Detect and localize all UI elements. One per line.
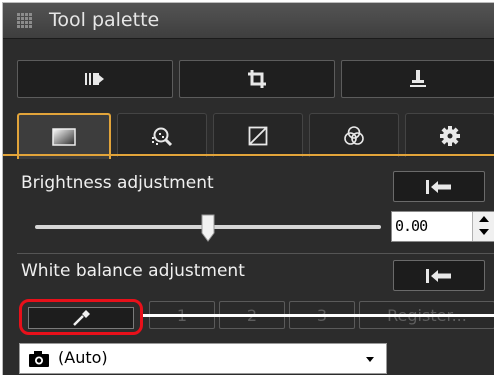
noise-reduction-icon <box>152 127 173 146</box>
palette-title: Tool palette <box>49 9 160 31</box>
tab-color-adjust[interactable] <box>309 113 399 157</box>
vignette-tool-button[interactable] <box>17 60 173 98</box>
vignette-icon <box>85 73 104 85</box>
eyedropper-icon <box>73 310 90 326</box>
spin-up-icon[interactable] <box>479 216 489 222</box>
tab-basic-adjust[interactable] <box>17 113 111 159</box>
titlebar[interactable]: Tool palette <box>3 3 494 39</box>
brightness-reset-button[interactable] <box>393 171 485 202</box>
spin-down-icon[interactable] <box>479 229 489 235</box>
tab-bar <box>17 113 494 159</box>
tool-palette-window: Tool palette Brightness adjustment 0.00 … <box>2 2 494 375</box>
white-balance-mode-value: (Auto) <box>58 348 108 367</box>
basic-adjust-icon <box>52 128 76 146</box>
tab-noise-reduction[interactable] <box>117 113 207 157</box>
brightness-value-field[interactable]: 0.00 <box>391 211 494 242</box>
crop-tool-button[interactable] <box>179 60 335 98</box>
brightness-spinner[interactable] <box>472 212 494 241</box>
brightness-label: Brightness adjustment <box>21 173 214 193</box>
reset-arrow-icon <box>426 179 451 194</box>
tab-underline <box>3 154 494 156</box>
chevron-down-icon[interactable] <box>366 357 374 362</box>
camera-icon <box>29 351 49 367</box>
tab-tone-curve[interactable] <box>213 113 303 157</box>
eyedropper-button[interactable] <box>28 307 134 329</box>
brightness-value: 0.00 <box>395 217 428 235</box>
tab-settings[interactable] <box>405 113 494 157</box>
grip-icon[interactable] <box>17 13 33 29</box>
reset-arrow-icon <box>426 268 451 283</box>
settings-gear-icon <box>440 125 460 146</box>
brightness-slider-thumb[interactable] <box>201 214 215 242</box>
white-balance-reset-button[interactable] <box>393 260 485 291</box>
crop-icon <box>248 70 266 88</box>
section-divider <box>17 253 494 254</box>
color-adjust-icon <box>344 125 364 145</box>
callout-line <box>143 314 494 317</box>
eyedropper-highlight <box>19 299 143 335</box>
white-balance-label: White balance adjustment <box>21 261 245 281</box>
stamp-icon <box>410 70 426 87</box>
stamp-tool-button[interactable] <box>341 60 494 98</box>
white-balance-mode-select[interactable]: (Auto) <box>19 343 387 374</box>
tone-curve-icon <box>248 126 268 145</box>
